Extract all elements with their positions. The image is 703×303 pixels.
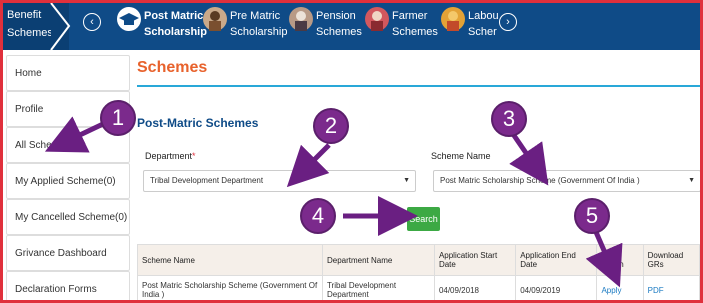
annotation-badge-4: 4	[300, 198, 336, 234]
annotation-badge-5: 5	[574, 198, 610, 234]
annotation-arrow-2	[286, 143, 331, 188]
annotation-badge-3: 3	[491, 101, 527, 137]
annotation-arrow-3	[509, 132, 549, 186]
annotation-arrow-5	[585, 231, 623, 288]
annotation-badge-1: 1	[100, 100, 136, 136]
annotation-arrow-1	[44, 116, 105, 153]
annotation-badge-2: 2	[313, 108, 349, 144]
screenshot-frame: Benefit Schemes ‹ Post Matric Scholarship…	[0, 0, 703, 303]
annotation-arrows	[44, 116, 623, 288]
